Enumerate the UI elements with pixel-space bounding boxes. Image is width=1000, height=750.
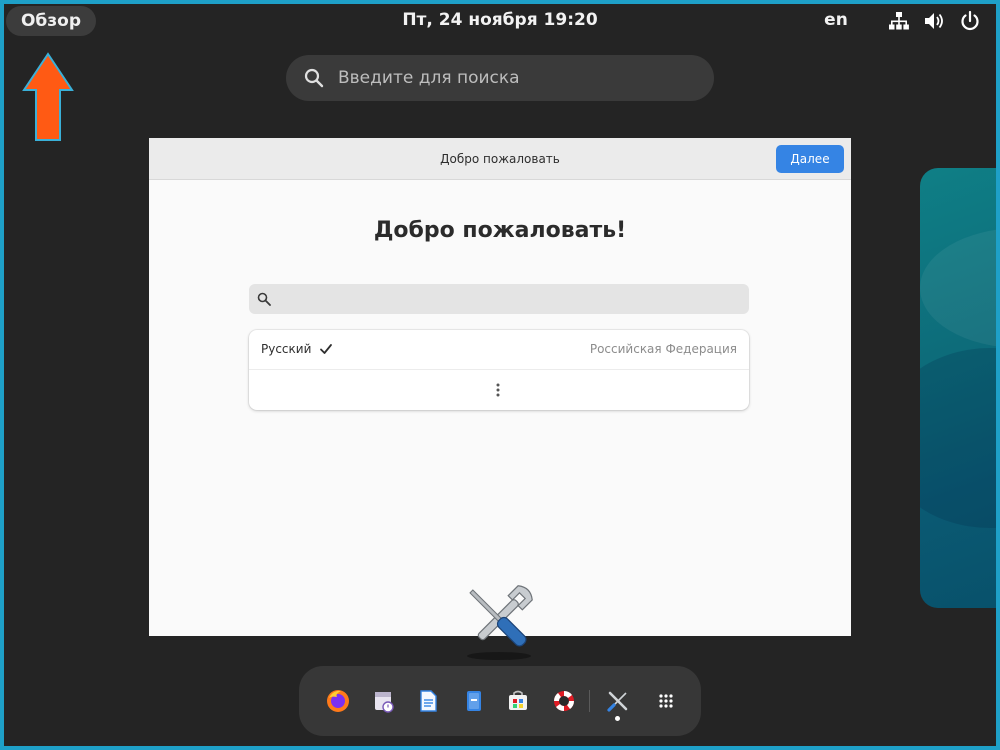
app-grid-icon[interactable] <box>653 688 679 714</box>
files-icon[interactable] <box>461 688 487 714</box>
window-title: Добро пожаловать <box>440 152 560 166</box>
power-icon[interactable] <box>959 10 981 32</box>
calendar-app-icon[interactable] <box>371 688 397 714</box>
dock <box>299 666 701 736</box>
annotation-arrow-icon <box>22 52 74 141</box>
help-icon[interactable] <box>551 688 577 714</box>
next-button[interactable]: Далее <box>776 145 844 173</box>
language-name: Русский <box>261 342 312 356</box>
search-input[interactable] <box>338 63 698 93</box>
more-vertical-icon <box>496 383 500 397</box>
show-more-languages-button[interactable] <box>249 370 749 410</box>
search-icon <box>304 68 324 88</box>
keyboard-layout-indicator[interactable]: en <box>816 4 856 36</box>
desktop-screen: Обзор Пт, 24 ноября 19:20 en Введите для… <box>4 4 996 746</box>
text-editor-icon[interactable] <box>415 688 441 714</box>
welcome-heading: Добро пожаловать! <box>373 218 627 243</box>
language-list: Русский Российская Федерация <box>249 330 749 410</box>
language-search-input[interactable] <box>249 284 749 314</box>
volume-icon[interactable] <box>923 10 945 32</box>
checkmark-icon <box>320 344 332 354</box>
top-bar: Обзор Пт, 24 ноября 19:20 en <box>4 4 996 38</box>
search-bar[interactable] <box>286 55 714 101</box>
software-icon[interactable] <box>505 688 531 714</box>
tools-icon <box>467 585 533 660</box>
activities-button[interactable]: Обзор <box>6 6 96 36</box>
search-icon <box>257 292 271 306</box>
language-region: Российская Федерация <box>589 342 737 356</box>
network-icon[interactable] <box>888 10 910 32</box>
clock[interactable]: Пт, 24 ноября 19:20 <box>334 4 666 36</box>
running-indicator <box>615 716 620 721</box>
dock-separator <box>589 690 590 712</box>
list-item-language[interactable]: Русский Российская Федерация <box>249 330 749 370</box>
window-header: Добро пожаловать Далее <box>149 138 851 180</box>
tools-icon[interactable] <box>605 688 631 714</box>
welcome-window[interactable]: Добро пожаловать Далее Добро пожаловать!… <box>149 138 851 636</box>
second-workspace-window[interactable] <box>920 168 996 608</box>
firefox-icon[interactable] <box>325 688 351 714</box>
